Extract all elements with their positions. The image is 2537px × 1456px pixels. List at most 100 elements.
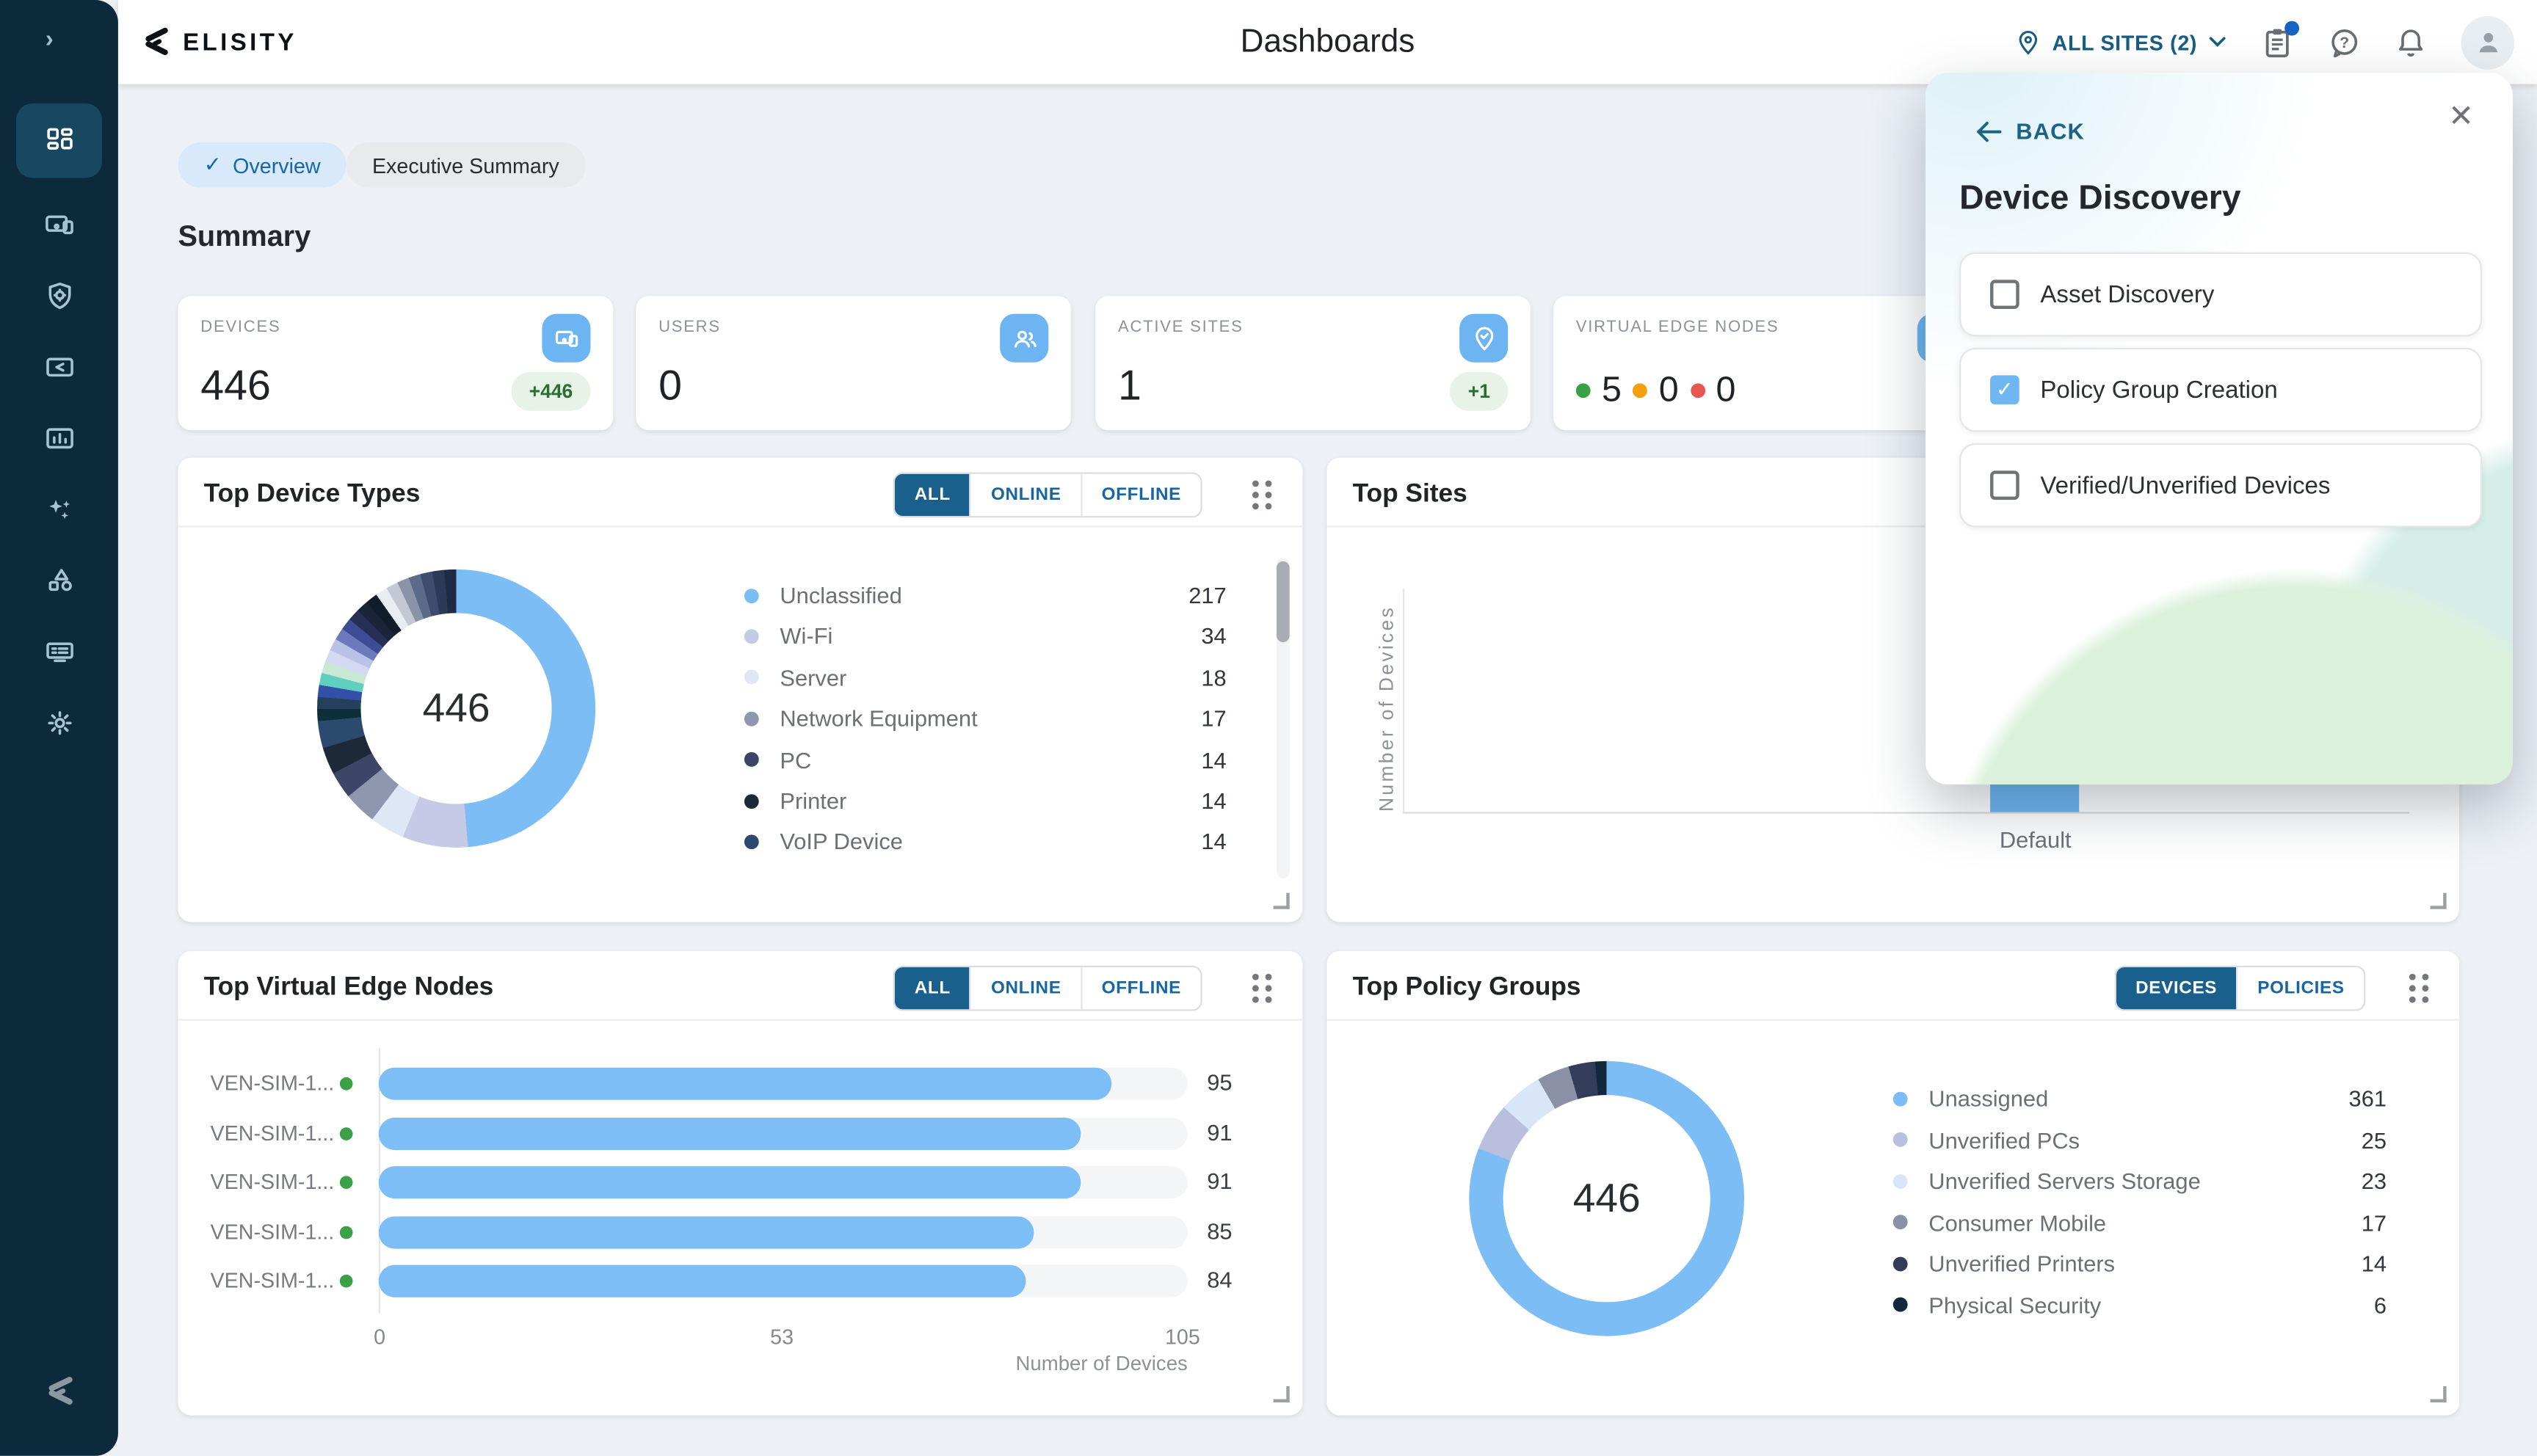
account-avatar[interactable]: [2461, 15, 2514, 69]
ven-bar-row[interactable]: VEN-SIM-1... 91: [178, 1166, 1302, 1198]
legend-item[interactable]: Unverified Printers14: [1893, 1247, 2387, 1279]
x-tick: 0: [374, 1325, 385, 1349]
filter-offline-button[interactable]: OFFLINE: [1081, 474, 1200, 516]
legend-item[interactable]: PC14: [744, 743, 1227, 776]
filter-policies-button[interactable]: POLICIES: [2237, 967, 2364, 1009]
resize-handle[interactable]: [2431, 1386, 2447, 1402]
notifications-button[interactable]: [2396, 25, 2425, 59]
ven-online-count: 5: [1602, 369, 1622, 411]
filter-all-button[interactable]: ALL: [895, 474, 970, 516]
checkbox-checked[interactable]: ✓: [1990, 375, 2019, 404]
ven-bar: [379, 1166, 1080, 1198]
checkbox-unchecked[interactable]: [1990, 280, 2019, 309]
tab-overview[interactable]: ✓ Overview: [178, 142, 346, 188]
card-top-policy-groups: Top Policy Groups DEVICES POLICIES 446 U…: [1326, 951, 2459, 1416]
sites-delta-badge: +1: [1451, 372, 1509, 411]
status-dot: [340, 1176, 353, 1189]
x-tick: 105: [1165, 1325, 1200, 1349]
resize-handle[interactable]: [2431, 893, 2447, 909]
console-list-icon: [43, 636, 75, 668]
summary-heading: Summary: [178, 220, 311, 254]
help-icon: ?: [2329, 25, 2361, 59]
sidebar-item-topology[interactable]: [16, 556, 102, 605]
x-axis-label: Number of Devices: [832, 1353, 1188, 1375]
ven-bar: [379, 1265, 1026, 1297]
legend-item[interactable]: Consumer Mobile17: [1893, 1206, 2387, 1238]
back-button[interactable]: BACK: [1975, 118, 2085, 144]
legend-dot: [744, 834, 759, 849]
filter-devices-button[interactable]: DEVICES: [2116, 967, 2237, 1009]
legend-dot: [744, 752, 759, 767]
sidebar-item-settings[interactable]: [16, 699, 102, 747]
legend-item[interactable]: Unverified Servers Storage23: [1893, 1165, 2387, 1197]
bar-track: [379, 1265, 1188, 1297]
legend-item[interactable]: VoIP Device14: [744, 826, 1227, 858]
legend-dot: [1893, 1091, 1908, 1106]
divider: [178, 1019, 1302, 1021]
legend-item[interactable]: Server18: [744, 661, 1227, 694]
device-types-donut-chart[interactable]: 446: [317, 569, 595, 848]
filter-offline-button[interactable]: OFFLINE: [1081, 967, 1200, 1009]
sidebar-item-ai[interactable]: [16, 485, 102, 534]
card-top-device-types: Top Device Types ALL ONLINE OFFLINE 446 …: [178, 458, 1302, 922]
drag-handle-icon[interactable]: [1249, 974, 1277, 1001]
legend-dot: [744, 588, 759, 603]
policy-groups-donut-chart[interactable]: 446: [1469, 1061, 1744, 1336]
x-tick: 53: [770, 1325, 794, 1349]
legend-item[interactable]: Network Equipment17: [744, 702, 1227, 735]
y-axis-label: Number of Devices: [1375, 603, 1398, 814]
ven-bar-row[interactable]: VEN-SIM-1... 91: [178, 1117, 1302, 1149]
sidebar-expand-icon[interactable]: ›: [46, 26, 54, 53]
legend-dot: [1893, 1173, 1908, 1188]
close-icon[interactable]: ✕: [2448, 102, 2474, 133]
legend-item[interactable]: Unassigned361: [1893, 1082, 2387, 1115]
legend-item[interactable]: Printer14: [744, 785, 1227, 817]
sidebar-item-devices[interactable]: [16, 200, 102, 249]
legend-item[interactable]: Unclassified217: [744, 579, 1227, 611]
devices-icon: [542, 314, 590, 363]
resize-handle[interactable]: [1274, 893, 1290, 909]
sidebar-item-policy[interactable]: [16, 272, 102, 320]
card-title: Top Virtual Edge Nodes: [204, 974, 493, 1003]
legend-item[interactable]: Unverified PCs25: [1893, 1124, 2387, 1156]
legend-dot: [1893, 1297, 1908, 1312]
sidebar-item-analytics[interactable]: [16, 414, 102, 462]
scrollbar-thumb[interactable]: [1277, 561, 1290, 642]
users-count: 0: [658, 361, 682, 411]
tasks-button[interactable]: [2262, 25, 2293, 59]
sidebar-item-elisity-cloud[interactable]: [16, 343, 102, 391]
gear-icon: [43, 707, 75, 739]
ven-status-stats: 5 0 0: [1576, 369, 1736, 411]
sidebar-item-logs[interactable]: [16, 627, 102, 676]
option-policy-group-creation[interactable]: ✓ Policy Group Creation: [1959, 348, 2482, 432]
resize-handle[interactable]: [1274, 1386, 1290, 1402]
ven-bar: [379, 1117, 1080, 1149]
ven-bar-row[interactable]: VEN-SIM-1... 85: [178, 1215, 1302, 1248]
ven-bar-row[interactable]: VEN-SIM-1... 95: [178, 1068, 1302, 1100]
legend-dot: [744, 793, 759, 808]
filter-all-button[interactable]: ALL: [895, 967, 970, 1009]
filter-online-button[interactable]: ONLINE: [970, 474, 1081, 516]
ven-warning-count: 0: [1659, 369, 1679, 411]
donut-center-value: 446: [1503, 1095, 1710, 1302]
divider: [178, 525, 1302, 527]
modal-title: Device Discovery: [1959, 180, 2240, 219]
help-button[interactable]: ?: [2329, 25, 2361, 59]
filter-online-button[interactable]: ONLINE: [970, 967, 1081, 1009]
option-verified-unverified-devices[interactable]: Verified/Unverified Devices: [1959, 443, 2482, 528]
person-icon: [2473, 27, 2502, 57]
donut-center-value: 446: [361, 613, 552, 804]
checkbox-unchecked[interactable]: [1990, 470, 2019, 500]
legend-item[interactable]: Wi-Fi34: [744, 620, 1227, 652]
ven-bar-row[interactable]: VEN-SIM-1... 84: [178, 1265, 1302, 1297]
legend-dot: [744, 629, 759, 644]
legend-scrollbar[interactable]: [1277, 558, 1290, 878]
tab-executive-summary[interactable]: Executive Summary: [346, 142, 585, 188]
legend-dot: [1893, 1215, 1908, 1229]
sidebar-item-dashboards[interactable]: [16, 103, 102, 178]
option-asset-discovery[interactable]: Asset Discovery: [1959, 252, 2482, 337]
drag-handle-icon[interactable]: [2406, 974, 2433, 1001]
legend-item[interactable]: Physical Security6: [1893, 1289, 2387, 1321]
site-selector[interactable]: ALL SITES (2): [2017, 29, 2226, 56]
drag-handle-icon[interactable]: [1249, 481, 1277, 508]
